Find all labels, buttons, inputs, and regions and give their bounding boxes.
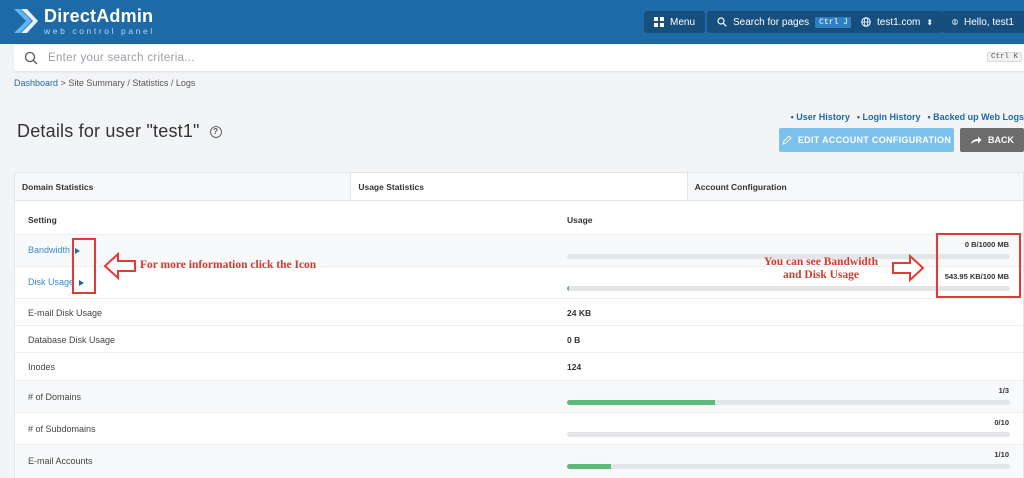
domains-progress-bar [567, 400, 1010, 405]
search-bar[interactable]: Enter your search criteria... Ctrl K [14, 45, 1024, 71]
email-accounts-progress-bar [567, 464, 1010, 469]
table-row: E-mail Accounts 1/10 [15, 445, 1023, 478]
domains-value: 1/3 [998, 386, 1009, 395]
breadcrumb-separator: > [60, 78, 66, 88]
menu-button[interactable]: Menu [644, 11, 706, 33]
search-pages-label: Search for pages [733, 16, 810, 28]
menu-label: Menu [670, 16, 696, 28]
page-title: Details for user "test1" ? [17, 121, 222, 142]
search-pages-button[interactable]: Search for pages Ctrl J [707, 11, 862, 33]
domains-progress-fill [567, 400, 715, 405]
table-row: # of Domains 1/3 [15, 381, 1023, 413]
globe-icon [861, 17, 871, 27]
tab-usage-statistics[interactable]: Usage Statistics [351, 173, 688, 200]
setting-email-disk-usage: E-mail Disk Usage [28, 308, 103, 318]
left-arrow-icon [103, 251, 136, 281]
grid-icon [654, 17, 664, 27]
usage-highlight-box [936, 233, 1021, 298]
annotation-right-line2: and Disk Usage [782, 269, 860, 281]
column-header-setting: Setting [28, 215, 57, 225]
domain-selector[interactable]: test1.com ⬍ [851, 11, 944, 33]
updown-chevron-icon: ⬍ [926, 17, 934, 27]
table-row: E-mail Disk Usage 24 KB [15, 299, 1023, 326]
setting-domains: # of Domains [28, 392, 82, 402]
app-subtitle: web control panel [44, 26, 155, 36]
top-navigation-bar: DirectAdmin web control panel Menu Searc… [0, 0, 1024, 44]
search-shortcut-badge: Ctrl J [815, 16, 852, 28]
user-history-link[interactable]: • User History [791, 112, 850, 122]
breadcrumb-dashboard-link[interactable]: Dashboard [14, 78, 58, 88]
icon-highlight-box [72, 238, 96, 294]
email-accounts-progress-fill [567, 464, 612, 469]
breadcrumb-current: Site Summary / Statistics / Logs [68, 78, 196, 88]
annotation-right-line1: You can see Bandwidth [763, 256, 879, 268]
table-row: Inodes 124 [15, 353, 1023, 381]
setting-subdomains: # of Subdomains [28, 424, 96, 434]
search-input[interactable]: Enter your search criteria... [48, 52, 195, 64]
table-row: Database Disk Usage 0 B [15, 326, 1023, 353]
directadmin-logo[interactable]: DirectAdmin web control panel [12, 7, 155, 36]
breadcrumb: Dashboard > Site Summary / Statistics / … [14, 78, 195, 88]
right-arrow-icon [892, 254, 925, 282]
inodes-value: 124 [567, 362, 582, 372]
annotation-right: You can see Bandwidth and Disk Usage [751, 256, 891, 282]
setting-inodes: Inodes [28, 362, 56, 372]
pencil-icon [782, 135, 792, 145]
column-header-usage: Usage [567, 215, 593, 225]
search-icon [717, 17, 727, 27]
annotation-left: For more information click the Icon [140, 259, 317, 271]
search-icon [24, 51, 38, 65]
domain-label: test1.com [877, 16, 921, 28]
tab-domain-statistics[interactable]: Domain Statistics [15, 173, 352, 200]
history-links: • User History • Login History • Backed … [791, 112, 1024, 122]
backed-up-logs-link[interactable]: • Backed up Web Logs [927, 112, 1024, 122]
email-accounts-value: 1/10 [994, 450, 1009, 459]
search-shortcut-badge: Ctrl K [986, 52, 1022, 62]
share-arrow-icon [971, 136, 982, 144]
subdomains-progress-bar [567, 432, 1010, 437]
details-panel: Domain Statistics Usage Statistics Accou… [14, 172, 1024, 478]
user-greeting: Hello, test1 [963, 16, 1014, 28]
user-menu-button[interactable]: Hello, test1 [942, 11, 1024, 33]
back-button[interactable]: BACK [960, 128, 1024, 152]
stats-tabs: Domain Statistics Usage Statistics Accou… [15, 173, 1023, 201]
setting-email-accounts: E-mail Accounts [28, 456, 93, 466]
table-row: # of Subdomains 0/10 [15, 413, 1023, 445]
setting-database-disk-usage: Database Disk Usage [28, 335, 116, 345]
page-title-text: Details for user "test1" [17, 121, 200, 141]
disk-usage-progress-fill [567, 286, 570, 291]
table-header-row: Setting Usage [15, 202, 1023, 235]
user-icon [952, 19, 958, 25]
back-button-label: BACK [988, 135, 1014, 145]
email-disk-usage-value: 24 KB [567, 308, 592, 318]
edit-account-configuration-button[interactable]: EDIT ACCOUNT CONFIGURATION [779, 128, 954, 152]
tab-account-configuration[interactable]: Account Configuration [687, 173, 1023, 200]
edit-button-label: EDIT ACCOUNT CONFIGURATION [797, 135, 952, 145]
database-disk-usage-value: 0 B [567, 335, 581, 345]
login-history-link[interactable]: • Login History [857, 112, 921, 122]
subdomains-value: 0/10 [994, 418, 1009, 427]
app-title: DirectAdmin [44, 6, 154, 26]
help-icon[interactable]: ? [209, 125, 222, 138]
logo-chevron-icon [14, 9, 38, 34]
